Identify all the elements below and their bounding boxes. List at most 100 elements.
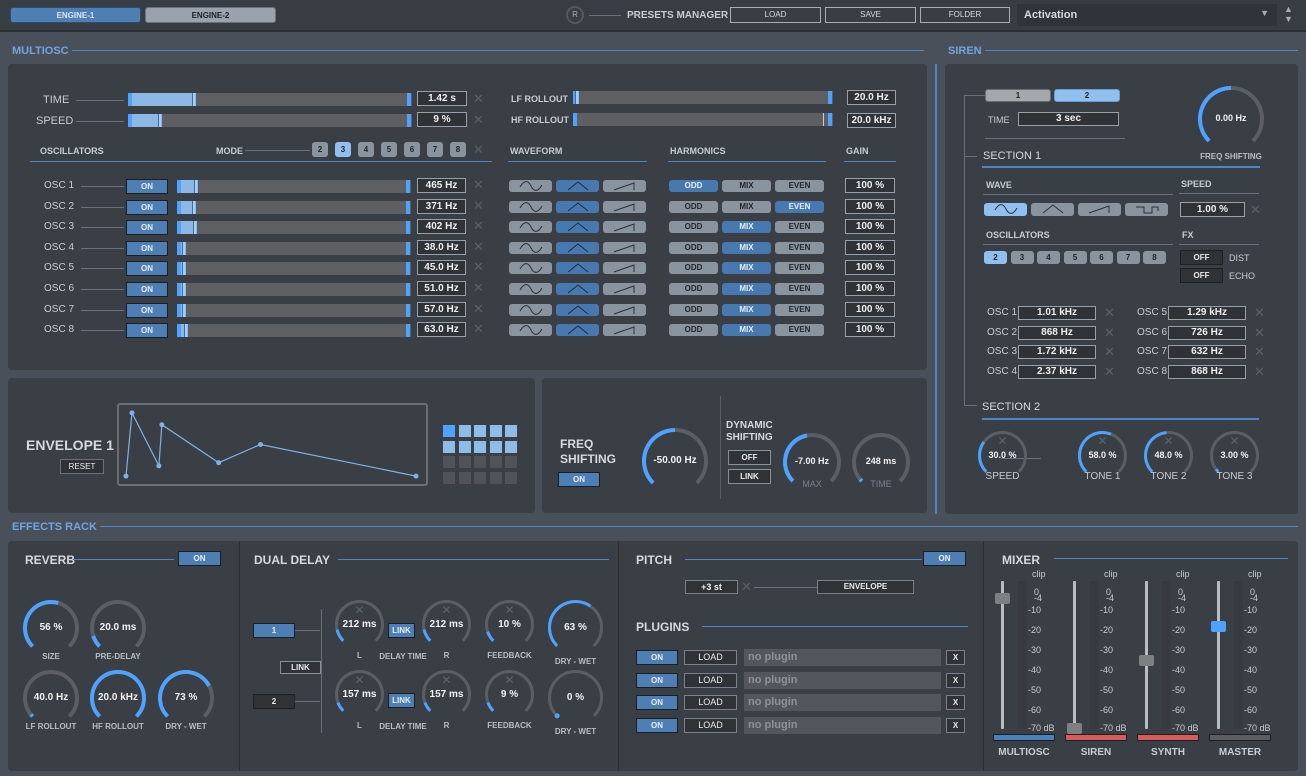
osc-frequency-value[interactable]: 402 Hz	[417, 219, 466, 235]
harmonics-mix-button[interactable]: MIX	[722, 200, 771, 213]
slider-start-handle[interactable]	[177, 180, 181, 193]
siren-tone-2-knob[interactable]: ✕ 48.0 % TONE 2	[1144, 431, 1193, 482]
reset-siren-osc-icon[interactable]: ✕	[1254, 326, 1265, 339]
wave-saw-button[interactable]	[603, 283, 646, 295]
siren-osc-value[interactable]: 1.01 kHz	[1018, 306, 1096, 320]
siren-wave-square-button[interactable]	[1125, 203, 1168, 216]
envelope-slot[interactable]	[443, 471, 455, 484]
siren-tab-2[interactable]: 2	[1054, 89, 1120, 102]
harmonics-mix-button[interactable]: MIX	[722, 324, 771, 337]
envelope-slot[interactable]	[443, 425, 455, 437]
knob-reset-icon[interactable]: ✕	[1144, 434, 1193, 448]
envelope-slot[interactable]	[474, 471, 486, 484]
osc-frequency-slider[interactable]	[177, 241, 411, 255]
plugin-name-field[interactable]: no plugin	[744, 694, 941, 712]
osc-gain-value[interactable]: 100 %	[845, 322, 895, 338]
slider-end-handle[interactable]	[406, 200, 410, 214]
harmonics-even-button[interactable]: EVEN	[775, 283, 824, 295]
osc-frequency-slider[interactable]	[177, 324, 411, 338]
plugin-load-button[interactable]: LOAD	[684, 718, 737, 734]
folder-button[interactable]: FOLDER	[920, 7, 1010, 23]
harmonics-mix-button[interactable]: MIX	[722, 241, 771, 254]
delay-2-feedback-knob[interactable]: ✕ 9 % FEEDBACK	[485, 670, 534, 730]
osc-frequency-slider[interactable]	[177, 200, 411, 214]
harmonics-odd-button[interactable]: ODD	[669, 262, 718, 275]
reverb-pre-delay-knob[interactable]: 20.0 ms PRE-DELAY	[90, 600, 146, 661]
wave-triangle-button[interactable]	[556, 262, 599, 275]
osc-toggle[interactable]: ON	[126, 323, 168, 339]
siren-speed-value[interactable]: 1.00 %	[1180, 202, 1245, 217]
envelope-slot[interactable]	[505, 456, 517, 468]
siren-speed-knob[interactable]: ✕ 30.0 % SPEED	[978, 431, 1027, 482]
slider-start-handle[interactable]	[128, 93, 132, 106]
knob-reset-icon[interactable]: ✕	[1078, 434, 1127, 448]
harmonics-even-button[interactable]: EVEN	[775, 221, 824, 234]
reset-osc-icon[interactable]: ✕	[473, 260, 484, 273]
slider-value-handle[interactable]	[182, 262, 186, 276]
envelope-point[interactable]	[129, 410, 135, 416]
reset-osc-icon[interactable]: ✕	[473, 322, 484, 335]
delay-2-l-knob[interactable]: ✕ 157 ms L	[335, 670, 384, 730]
siren-time-value[interactable]: 3 sec	[1018, 112, 1119, 126]
siren-tone-1-knob[interactable]: ✕ 58.0 % TONE 1	[1078, 431, 1127, 482]
reverb-dry-wet-knob[interactable]: 73 % DRY - WET	[158, 670, 214, 731]
slider-end-handle[interactable]	[407, 114, 411, 127]
harmonics-even-button[interactable]: EVEN	[775, 303, 824, 316]
siren-osc-option-7[interactable]: 7	[1116, 251, 1140, 264]
harmonics-mix-button[interactable]: MIX	[722, 221, 771, 234]
mode-option-2[interactable]: 2	[312, 142, 328, 157]
slider-value-handle[interactable]	[182, 241, 186, 255]
envelope-slot[interactable]	[474, 456, 486, 468]
osc-frequency-value[interactable]: 57.0 Hz	[417, 301, 466, 317]
reset-speed-icon[interactable]: ✕	[473, 113, 484, 126]
wave-sine-button[interactable]	[509, 283, 552, 295]
slider-end-handle[interactable]	[828, 91, 832, 104]
wave-sine-button[interactable]	[509, 180, 552, 192]
wave-saw-button[interactable]	[603, 200, 646, 213]
envelope-graph[interactable]	[119, 405, 426, 484]
fx-dist-toggle[interactable]: OFF	[1180, 250, 1223, 265]
envelope-slot[interactable]	[458, 456, 471, 468]
osc-toggle[interactable]: ON	[126, 220, 168, 236]
slider-end-handle[interactable]	[406, 241, 410, 255]
wave-saw-button[interactable]	[603, 262, 646, 275]
harmonics-even-button[interactable]: EVEN	[775, 262, 824, 275]
envelope-slot[interactable]	[489, 471, 502, 484]
osc-frequency-slider[interactable]	[177, 303, 411, 317]
wave-sine-button[interactable]	[509, 262, 552, 275]
freq-shifting-toggle[interactable]: ON	[558, 472, 600, 487]
pitch-value[interactable]: +3 st	[685, 580, 738, 594]
mode-option-7[interactable]: 7	[427, 142, 443, 157]
slider-value-handle[interactable]	[823, 113, 824, 126]
wave-triangle-button[interactable]	[556, 180, 599, 192]
slider-value-handle[interactable]	[191, 200, 195, 214]
plugin-name-field[interactable]: no plugin	[744, 671, 941, 689]
load-preset-button[interactable]: LOAD	[730, 7, 821, 23]
reset-siren-osc-icon[interactable]: ✕	[1104, 306, 1115, 319]
plugin-toggle[interactable]: ON	[636, 718, 678, 734]
siren-wave-saw-button[interactable]	[1078, 203, 1121, 216]
harmonics-mix-button[interactable]: MIX	[722, 283, 771, 295]
siren-osc-value[interactable]: 632 Hz	[1168, 345, 1246, 360]
dynamic-time-knob[interactable]: 248 ms TIME	[852, 433, 910, 491]
wave-sine-button[interactable]	[509, 200, 552, 213]
plugin-toggle[interactable]: ON	[636, 695, 678, 711]
slider-start-handle[interactable]	[177, 262, 181, 276]
reset-osc-icon[interactable]: ✕	[473, 281, 484, 294]
delay-1-feedback-knob[interactable]: ✕ 10 % FEEDBACK	[485, 600, 534, 660]
knob-reset-icon[interactable]: ✕	[422, 603, 471, 617]
osc-frequency-slider[interactable]	[177, 283, 411, 296]
slider-value-handle[interactable]	[183, 324, 187, 338]
delay-1-l-knob[interactable]: ✕ 212 ms L	[335, 600, 384, 660]
envelope-point[interactable]	[216, 460, 222, 466]
mode-option-3[interactable]: 3	[335, 142, 351, 157]
wave-sine-button[interactable]	[509, 303, 552, 316]
osc-toggle[interactable]: ON	[126, 199, 168, 215]
reset-siren-osc-icon[interactable]: ✕	[1254, 345, 1265, 358]
reset-pitch-icon[interactable]: ✕	[741, 580, 752, 593]
slider-end-handle[interactable]	[406, 303, 410, 317]
wave-sine-button[interactable]	[509, 241, 552, 254]
mode-option-4[interactable]: 4	[358, 142, 374, 157]
osc-toggle[interactable]: ON	[126, 240, 168, 256]
reverb-toggle[interactable]: ON	[178, 551, 221, 566]
